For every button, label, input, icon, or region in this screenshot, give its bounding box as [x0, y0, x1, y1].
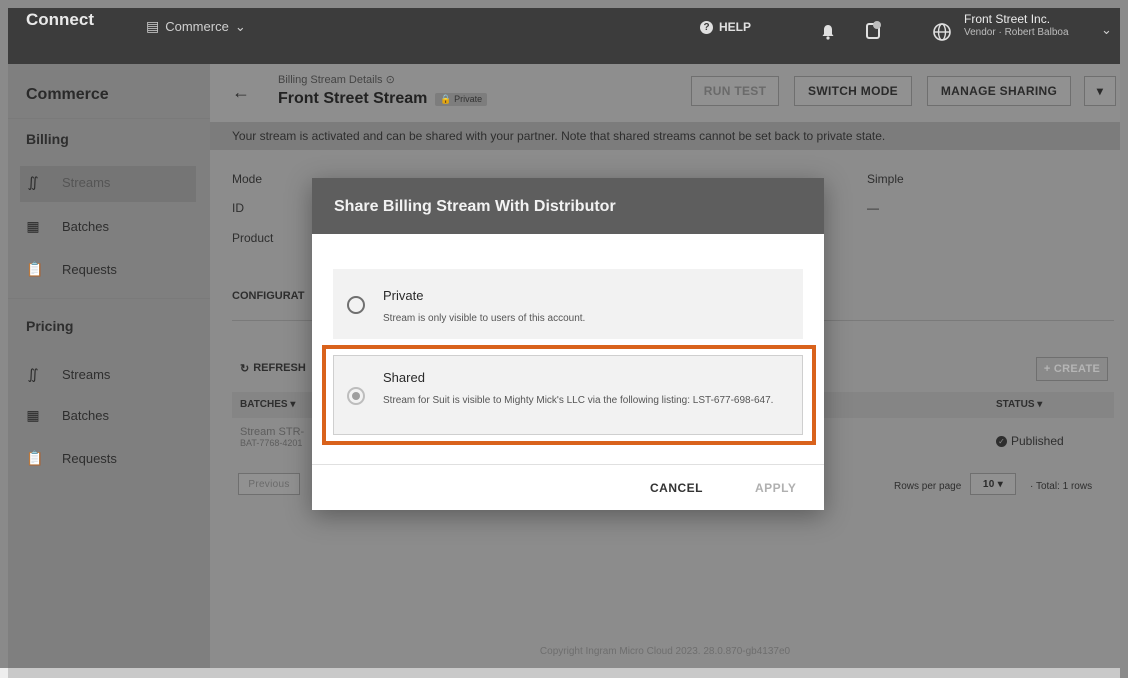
pricing-section: Pricing [26, 318, 74, 334]
stream-icon: ∬ [27, 174, 39, 190]
module-label: Commerce [165, 19, 229, 34]
requests-icon: 📋 [26, 450, 44, 466]
notifications-tablet-icon[interactable] [865, 20, 883, 45]
rows-per-page-label: Rows per page [894, 481, 962, 492]
lock-icon: 🔒 [440, 93, 452, 104]
table-row[interactable]: Stream STR- BAT-7768-4201 [240, 426, 304, 448]
sidebar-item-label: Batches [62, 408, 109, 423]
manage-sharing-button[interactable]: MANAGE SHARING [927, 76, 1071, 106]
account-sub: Vendor · Robert Balboa [964, 27, 1069, 38]
help-button[interactable]: ? HELP [700, 20, 751, 34]
tab-configuration[interactable]: CONFIGURAT [232, 290, 305, 302]
more-dropdown-button[interactable]: ▾ [1084, 76, 1116, 106]
option-private[interactable] [333, 269, 803, 339]
previous-page-button[interactable]: Previous [238, 473, 300, 495]
chevron-down-icon: ⌄ [234, 18, 246, 34]
rows-per-page-value: 10 [982, 478, 995, 490]
store-icon: ▤ [146, 18, 160, 34]
sidebar-title: Commerce [26, 86, 109, 103]
module-switcher[interactable]: ▤ Commerce ⌄ [146, 18, 246, 35]
dialog-title: Share Billing Stream With Distributor [312, 178, 824, 234]
sidebar-item-label: Streams [62, 175, 111, 190]
batches-icon: ▦ [26, 218, 40, 234]
dialog-footer-divider [312, 464, 824, 465]
sidebar-item-billing-streams[interactable]: ∬ Streams [26, 174, 110, 191]
sidebar-item-label: Batches [62, 219, 109, 234]
badge-label: Private [454, 93, 483, 104]
back-arrow-icon[interactable]: ← [232, 82, 250, 103]
requests-icon: 📋 [26, 261, 44, 277]
refresh-icon: ↻ [240, 363, 250, 375]
breadcrumb-label: Billing Stream Details [278, 74, 383, 86]
total-rows: · Total: 1 rows [1030, 481, 1093, 492]
page-title-wrap: Front Street Stream 🔒 Private [278, 90, 488, 108]
column-label: STATUS [996, 399, 1035, 410]
sidebar-item-billing-batches[interactable]: ▦ Batches [26, 218, 109, 235]
highlight-box [322, 345, 816, 445]
run-test-button[interactable]: RUN TEST [691, 76, 779, 106]
divider [8, 298, 210, 299]
status-badge: 🔒 Private [435, 92, 488, 106]
check-circle-icon: ✓ [996, 435, 1007, 447]
mode-label: Mode [232, 172, 263, 186]
sidebar-item-label: Streams [62, 367, 111, 382]
refresh-button[interactable]: ↻ REFRESH [240, 362, 306, 375]
account-name: Front Street Inc. [964, 12, 1051, 26]
help-label: HELP [719, 20, 752, 34]
info-banner: Your stream is activated and can be shar… [210, 122, 1120, 150]
caret-down-icon: ▾ [1096, 84, 1104, 98]
apply-button[interactable]: APPLY [755, 481, 796, 495]
batches-icon: ▦ [26, 407, 40, 423]
sidebar-item-pricing-requests[interactable]: 📋 Requests [26, 450, 117, 467]
help-icon: ? [700, 20, 713, 34]
sidebar-item-billing-requests[interactable]: 📋 Requests [26, 261, 117, 278]
chevron-down-icon[interactable]: ⌄ [1101, 22, 1112, 38]
account-switcher[interactable]: Front Street Inc. Vendor · Robert Balboa [964, 12, 1069, 40]
page-edge [0, 668, 8, 678]
sidebar-item-label: Requests [62, 262, 117, 277]
divider [8, 118, 210, 119]
row-status: ✓ Published [996, 434, 1064, 448]
globe-icon[interactable] [932, 22, 952, 47]
create-button[interactable]: + CREATE [1036, 357, 1108, 381]
type-value: Simple [867, 172, 904, 186]
breadcrumb: Billing Stream Details ⊙ [278, 73, 395, 86]
id-value: — [867, 201, 879, 215]
help-circle-icon: ⊙ [385, 74, 395, 86]
status-label: Published [1011, 434, 1064, 448]
top-bar [8, 8, 1120, 64]
bell-icon[interactable] [821, 24, 835, 45]
sidebar-item-pricing-streams[interactable]: ∬ Streams [26, 366, 110, 383]
horizontal-scrollbar[interactable] [8, 668, 1120, 678]
option-private-title: Private [383, 288, 424, 303]
sidebar-item-label: Requests [62, 451, 117, 466]
footer-copyright: Copyright Ingram Micro Cloud 2023. 28.0.… [539, 646, 791, 657]
billing-section: Billing [26, 131, 69, 147]
rows-per-page-select[interactable]: 10 ▾ [970, 473, 1016, 495]
refresh-label: REFRESH [253, 362, 306, 374]
column-batches[interactable]: BATCHES ▾ [240, 399, 295, 410]
option-private-desc: Stream is only visible to users of this … [383, 313, 586, 324]
caret-down-icon: ▾ [997, 478, 1004, 490]
row-id: BAT-7768-4201 [240, 438, 303, 448]
switch-mode-button[interactable]: SWITCH MODE [794, 76, 912, 106]
column-status[interactable]: STATUS ▾ [996, 399, 1042, 410]
total-label: Total: 1 rows [1035, 481, 1093, 492]
row-name: Stream STR- [240, 426, 305, 438]
cancel-button[interactable]: CANCEL [650, 481, 703, 495]
column-label: BATCHES [240, 399, 288, 410]
id-label: ID [232, 201, 244, 215]
sidebar-item-pricing-batches[interactable]: ▦ Batches [26, 407, 109, 424]
stream-icon: ∬ [27, 366, 39, 382]
page-title: Front Street Stream [278, 90, 428, 107]
radio-private[interactable] [347, 296, 365, 314]
brand-logo[interactable]: Connect [26, 10, 94, 30]
product-label: Product [232, 231, 274, 245]
sort-caret-icon: ▾ [1037, 399, 1043, 410]
sort-caret-icon: ▾ [290, 399, 296, 410]
